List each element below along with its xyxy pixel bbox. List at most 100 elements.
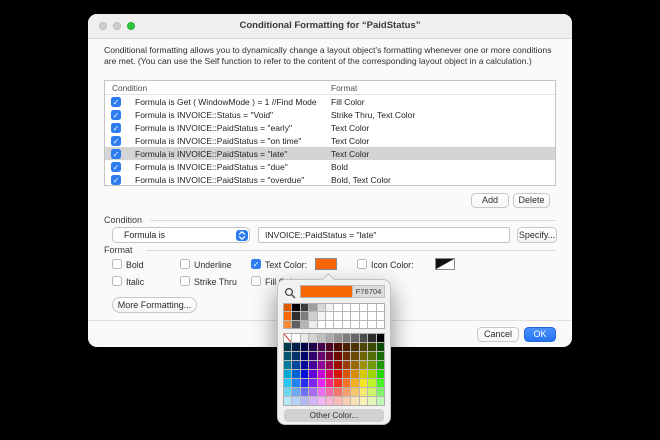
color-swatch[interactable] <box>359 320 368 328</box>
color-swatch[interactable] <box>334 343 342 351</box>
color-swatch[interactable] <box>309 388 317 396</box>
color-swatch[interactable] <box>317 320 326 328</box>
color-swatch[interactable] <box>334 334 342 342</box>
color-swatch[interactable] <box>317 370 326 378</box>
color-swatch[interactable] <box>359 379 368 387</box>
color-swatch[interactable] <box>368 304 376 312</box>
color-swatch[interactable] <box>317 343 326 351</box>
no-color-swatch[interactable] <box>284 334 292 342</box>
color-swatch[interactable] <box>342 320 351 328</box>
color-swatch[interactable] <box>376 320 384 328</box>
color-swatch[interactable] <box>317 304 326 312</box>
color-swatch[interactable] <box>326 320 334 328</box>
color-swatch[interactable] <box>300 352 309 360</box>
color-swatch[interactable] <box>284 388 292 396</box>
color-swatch[interactable] <box>317 334 326 342</box>
color-swatch[interactable] <box>300 312 309 320</box>
color-swatch[interactable] <box>292 379 300 387</box>
color-swatch[interactable] <box>292 361 300 369</box>
color-swatch[interactable] <box>342 352 351 360</box>
color-swatch[interactable] <box>376 397 384 405</box>
color-swatch[interactable] <box>359 343 368 351</box>
color-swatch[interactable] <box>359 304 368 312</box>
color-swatch[interactable] <box>317 352 326 360</box>
color-swatch[interactable] <box>368 361 376 369</box>
cancel-button[interactable]: Cancel <box>477 327 519 342</box>
color-swatch[interactable] <box>351 379 359 387</box>
color-swatch[interactable] <box>284 320 292 328</box>
color-swatch[interactable] <box>284 304 292 312</box>
color-swatch[interactable] <box>309 312 317 320</box>
color-swatch[interactable] <box>334 361 342 369</box>
row-enabled-checkbox[interactable]: ✓ <box>111 96 121 107</box>
color-swatch[interactable] <box>351 320 359 328</box>
color-swatch[interactable] <box>351 312 359 320</box>
icon-color-checkbox[interactable] <box>357 259 367 269</box>
color-swatch[interactable] <box>359 361 368 369</box>
formula-field[interactable]: INVOICE::PaidStatus = "late" <box>258 227 510 243</box>
color-swatch[interactable] <box>342 312 351 320</box>
color-swatch[interactable] <box>368 320 376 328</box>
color-swatch[interactable] <box>300 361 309 369</box>
color-swatch[interactable] <box>334 312 342 320</box>
icon-color-swatch[interactable] <box>435 258 455 270</box>
color-swatch[interactable] <box>292 397 300 405</box>
color-swatch[interactable] <box>300 388 309 396</box>
color-swatch[interactable] <box>368 370 376 378</box>
color-swatch[interactable] <box>359 397 368 405</box>
color-swatch[interactable] <box>326 343 334 351</box>
color-swatch[interactable] <box>326 397 334 405</box>
color-swatch[interactable] <box>368 334 376 342</box>
color-swatch[interactable] <box>309 361 317 369</box>
color-swatch[interactable] <box>342 370 351 378</box>
condition-list-row[interactable]: ✓ Formula is Get ( WindowMode ) = 1 //Fin… <box>105 95 555 108</box>
color-swatch[interactable] <box>292 352 300 360</box>
color-swatch[interactable] <box>342 343 351 351</box>
bold-checkbox[interactable] <box>112 259 122 269</box>
color-swatch[interactable] <box>317 397 326 405</box>
color-swatch[interactable] <box>309 334 317 342</box>
text-color-checkbox[interactable]: ✓ <box>251 259 261 269</box>
color-swatch[interactable] <box>292 388 300 396</box>
color-swatch[interactable] <box>359 334 368 342</box>
color-swatch[interactable] <box>351 361 359 369</box>
color-swatch[interactable] <box>292 370 300 378</box>
color-swatch[interactable] <box>359 352 368 360</box>
color-swatch[interactable] <box>300 304 309 312</box>
hex-value-field[interactable]: F76704 <box>352 285 385 298</box>
color-swatch[interactable] <box>342 304 351 312</box>
color-swatch[interactable] <box>300 334 309 342</box>
color-swatch[interactable] <box>326 388 334 396</box>
color-swatch[interactable] <box>342 379 351 387</box>
color-swatch[interactable] <box>300 370 309 378</box>
condition-list-row[interactable]: ✓ Formula is INVOICE::Status = "Void" Stri… <box>105 108 555 121</box>
row-enabled-checkbox[interactable]: ✓ <box>111 174 121 185</box>
strike-thru-checkbox[interactable] <box>180 276 190 286</box>
color-swatch[interactable] <box>284 379 292 387</box>
color-swatch[interactable] <box>292 304 300 312</box>
color-swatch[interactable] <box>376 352 384 360</box>
color-swatch[interactable] <box>334 320 342 328</box>
color-swatch[interactable] <box>309 370 317 378</box>
color-swatch[interactable] <box>317 379 326 387</box>
color-swatch[interactable] <box>326 379 334 387</box>
text-color-swatch[interactable] <box>315 258 337 270</box>
color-swatch[interactable] <box>359 312 368 320</box>
row-enabled-checkbox[interactable]: ✓ <box>111 161 121 172</box>
color-swatch[interactable] <box>359 388 368 396</box>
color-swatch[interactable] <box>309 343 317 351</box>
color-swatch[interactable] <box>300 320 309 328</box>
color-swatch[interactable] <box>342 397 351 405</box>
color-swatch[interactable] <box>300 379 309 387</box>
color-swatch[interactable] <box>351 388 359 396</box>
color-swatch[interactable] <box>292 312 300 320</box>
color-swatch[interactable] <box>342 388 351 396</box>
minimize-button[interactable] <box>113 22 121 30</box>
color-swatch[interactable] <box>351 334 359 342</box>
color-swatch[interactable] <box>376 343 384 351</box>
color-swatch[interactable] <box>284 397 292 405</box>
fill-color-checkbox[interactable] <box>251 276 261 286</box>
color-swatch[interactable] <box>334 397 342 405</box>
color-swatch[interactable] <box>368 397 376 405</box>
color-swatch[interactable] <box>376 361 384 369</box>
